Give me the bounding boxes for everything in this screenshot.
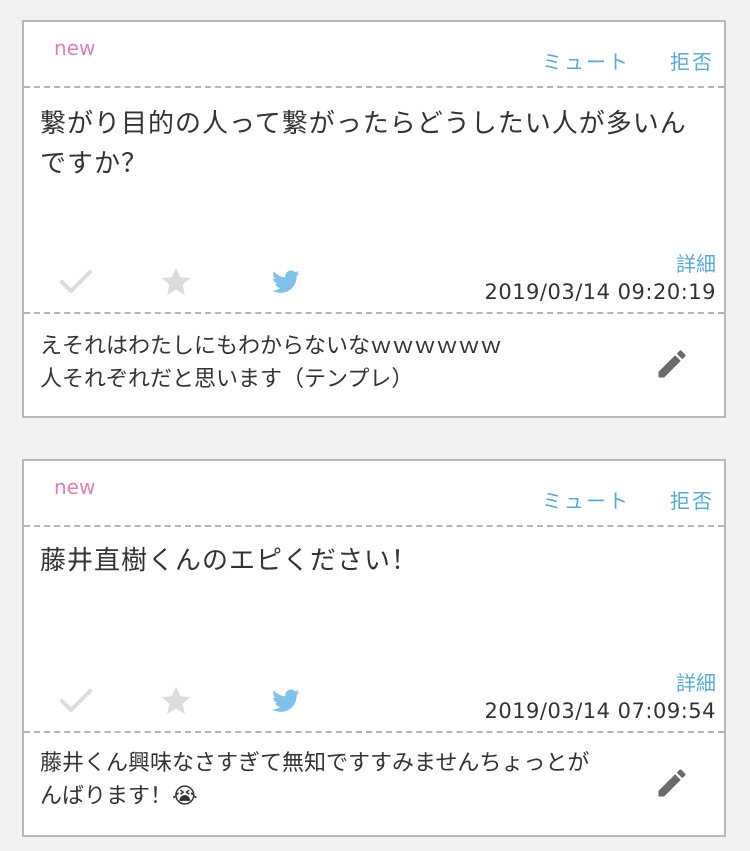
divider <box>24 731 724 733</box>
divider <box>24 525 724 527</box>
divider <box>24 312 724 314</box>
question-card: new ミュート 拒否 藤井直樹くんのエピください！ 詳細 2019/03/14… <box>22 459 726 837</box>
check-icon[interactable] <box>56 262 96 302</box>
answer-line: えそれはわたしにもわからないなｗｗｗｗｗｗ <box>40 334 503 359</box>
divider <box>24 86 724 88</box>
mute-button[interactable]: ミュート <box>542 485 630 514</box>
answer-line: 人それぞれだと思います（テンプレ） <box>40 367 414 392</box>
answer-text: えそれはわたしにもわからないなｗｗｗｗｗｗ 人それぞれだと思います（テンプレ） <box>40 330 610 396</box>
check-icon[interactable] <box>56 681 96 721</box>
new-badge: new <box>54 475 96 499</box>
pencil-icon[interactable] <box>654 346 690 382</box>
new-badge: new <box>54 36 96 60</box>
detail-link[interactable]: 詳細 <box>676 248 716 277</box>
answer-text: 藤井くん興味なさすぎて無知ですすみませんちょっとがんばります！😭 <box>40 751 590 809</box>
question-text: 繋がり目的の人って繋がったらどうしたい人が多いんですか？ <box>40 109 687 179</box>
timestamp: 2019/03/14 07:09:54 <box>484 699 716 723</box>
star-icon[interactable] <box>156 681 196 721</box>
pencil-icon[interactable] <box>654 765 690 801</box>
mute-button[interactable]: ミュート <box>542 46 630 75</box>
timestamp: 2019/03/14 09:20:19 <box>484 280 716 304</box>
twitter-icon[interactable] <box>266 681 306 721</box>
question-text: 藤井直樹くんのエピください！ <box>40 546 419 576</box>
reject-button[interactable]: 拒否 <box>670 485 714 514</box>
detail-link[interactable]: 詳細 <box>676 667 716 696</box>
star-icon[interactable] <box>156 262 196 302</box>
twitter-icon[interactable] <box>266 262 306 302</box>
reject-button[interactable]: 拒否 <box>670 46 714 75</box>
question-card: new ミュート 拒否 繋がり目的の人って繋がったらどうしたい人が多いんですか？… <box>22 20 726 418</box>
